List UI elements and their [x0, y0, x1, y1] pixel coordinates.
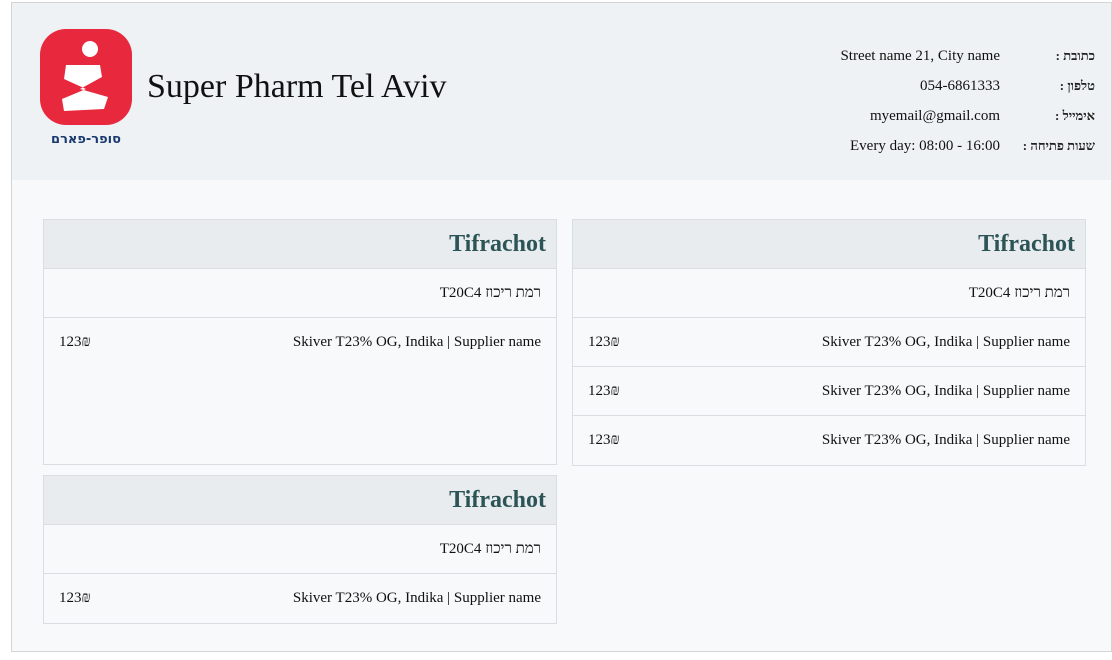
card-subtitle: רמת ריכוז T20C4 [573, 269, 1085, 318]
item-name: Skiver T23% OG, Indika | Supplier name [292, 334, 541, 350]
store-header: סופר-פארם Super Pharm Tel Aviv כתובת : S… [12, 3, 1111, 180]
item-name: Skiver T23% OG, Indika | Supplier name [292, 590, 541, 606]
list-item[interactable]: 123₪ Skiver T23% OG, Indika | Supplier n… [44, 574, 556, 623]
list-item[interactable]: 123₪ Skiver T23% OG, Indika | Supplier n… [573, 318, 1085, 367]
address-row: כתובת : Street name 21, City name [840, 41, 1095, 71]
item-name: Skiver T23% OG, Indika | Supplier name [821, 382, 1070, 399]
hours-label: שעות פתיחה : [1022, 138, 1095, 153]
email-label: אימייל : [1055, 108, 1095, 123]
item-price: 123₪ [59, 590, 91, 606]
card-title: Tifrachot [44, 476, 556, 525]
list-item[interactable]: 123₪ Skiver T23% OG, Indika | Supplier n… [573, 367, 1085, 416]
phone-value: 054-6861333 [920, 77, 1000, 94]
list-item[interactable]: 123₪ Skiver T23% OG, Indika | Supplier n… [573, 416, 1085, 465]
item-name: Skiver T23% OG, Indika | Supplier name [821, 333, 1070, 350]
item-name: Skiver T23% OG, Indika | Supplier name [821, 432, 1070, 448]
hours-row: שעות פתיחה : Every day: 08:00 - 16:00 [840, 131, 1095, 161]
email-row: אימייל : myemail@gmail.com [840, 101, 1095, 131]
card-title: Tifrachot [44, 220, 556, 269]
phone-row: טלפון : 054-6861333 [840, 71, 1095, 101]
product-card: Tifrachot רמת ריכוז T20C4 123₪ Skiver T2… [43, 219, 557, 465]
item-price: 123₪ [588, 333, 620, 350]
hours-value: Every day: 08:00 - 16:00 [850, 137, 1000, 154]
product-card: Tifrachot רמת ריכוז T20C4 123₪ Skiver T2… [572, 219, 1086, 466]
super-pharm-logo: סופר-פארם [40, 29, 132, 147]
phone-label: טלפון : [1059, 78, 1095, 93]
item-price: 123₪ [59, 334, 91, 350]
address-label: כתובת : [1055, 48, 1095, 63]
list-item[interactable]: 123₪ Skiver T23% OG, Indika | Supplier n… [44, 318, 556, 367]
email-value: myemail@gmail.com [869, 107, 1000, 124]
address-value: Street name 21, City name [840, 47, 1000, 64]
card-subtitle: רמת ריכוז T20C4 [44, 269, 556, 318]
store-name: Super Pharm Tel Aviv [147, 68, 447, 105]
page-frame: סופר-פארם Super Pharm Tel Aviv כתובת : S… [11, 2, 1112, 652]
card-title: Tifrachot [573, 220, 1085, 269]
contact-info: כתובת : Street name 21, City name טלפון … [840, 41, 1095, 161]
item-price: 123₪ [588, 382, 620, 399]
product-card: Tifrachot רמת ריכוז T20C4 123₪ Skiver T2… [43, 475, 557, 624]
logo-wordmark: סופר-פארם [51, 132, 121, 147]
card-subtitle: רמת ריכוז T20C4 [44, 525, 556, 574]
item-price: 123₪ [588, 432, 620, 448]
